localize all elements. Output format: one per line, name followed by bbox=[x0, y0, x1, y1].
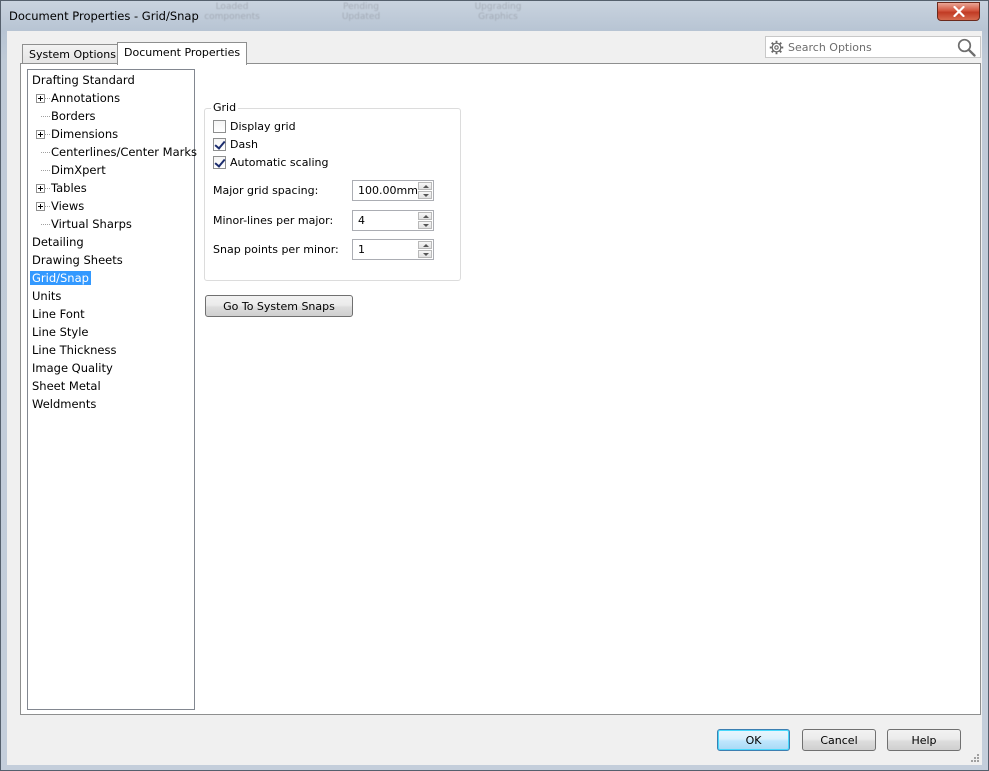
close-button[interactable] bbox=[937, 2, 980, 21]
tree-item-line-font[interactable]: Line Font bbox=[32, 306, 85, 322]
grid-groupbox: Grid Display grid Dash Automatic scaling… bbox=[204, 101, 461, 281]
tree-item-drafting-standard[interactable]: Drafting Standard bbox=[32, 72, 135, 88]
tree-item-annotations[interactable]: Annotations bbox=[51, 90, 120, 106]
snap-points-input[interactable]: 1 bbox=[352, 239, 434, 260]
automatic-scaling-checkbox[interactable]: Automatic scaling bbox=[213, 155, 329, 169]
automatic-scaling-label: Automatic scaling bbox=[230, 155, 329, 169]
dash-checkbox[interactable]: Dash bbox=[213, 137, 258, 151]
spin-up-icon[interactable] bbox=[418, 182, 432, 190]
search-options-input[interactable]: Search Options bbox=[765, 36, 981, 58]
tree-item-line-style[interactable]: Line Style bbox=[32, 324, 89, 340]
dash-label: Dash bbox=[230, 137, 258, 151]
major-grid-spacing-input[interactable]: 100.00mm bbox=[352, 180, 434, 201]
minor-lines-value: 4 bbox=[358, 214, 365, 227]
checkbox-box[interactable] bbox=[213, 119, 226, 133]
tab-document-properties[interactable]: Document Properties bbox=[117, 42, 248, 65]
minor-lines-label: Minor-lines per major: bbox=[213, 214, 334, 227]
cancel-label: Cancel bbox=[820, 733, 858, 747]
spin-up-icon[interactable] bbox=[418, 212, 432, 220]
tree-item-virtual-sharps[interactable]: Virtual Sharps bbox=[51, 216, 132, 232]
minor-lines-row: Minor-lines per major: 4 bbox=[213, 210, 435, 232]
tree-item-detailing[interactable]: Detailing bbox=[32, 234, 84, 250]
tree-item-dimxpert[interactable]: DimXpert bbox=[51, 162, 106, 178]
dialog-client-area: System Options Document Properties Searc… bbox=[7, 31, 982, 765]
help-button[interactable]: Help bbox=[887, 729, 961, 751]
display-grid-label: Display grid bbox=[230, 119, 296, 133]
minor-lines-input[interactable]: 4 bbox=[352, 210, 434, 231]
snap-points-label: Snap points per minor: bbox=[213, 243, 339, 256]
tree-item-views[interactable]: Views bbox=[51, 198, 84, 214]
tree-item-centerlines[interactable]: Centerlines/Center Marks bbox=[51, 144, 197, 160]
tree-item-sheet-metal[interactable]: Sheet Metal bbox=[32, 378, 101, 394]
tree-item-drawing-sheets[interactable]: Drawing Sheets bbox=[32, 252, 123, 268]
snap-points-value: 1 bbox=[358, 243, 365, 256]
options-tree[interactable]: Drafting Standard Annotations Borders Di… bbox=[27, 69, 197, 710]
dialog-window: Document Properties - Grid/Snap Loaded c… bbox=[0, 0, 989, 771]
cancel-button[interactable]: Cancel bbox=[802, 729, 876, 751]
tree-item-grid-snap[interactable]: Grid/Snap bbox=[30, 270, 91, 286]
search-placeholder: Search Options bbox=[788, 41, 872, 54]
window-title: Document Properties - Grid/Snap bbox=[9, 9, 199, 23]
major-grid-spacing-value: 100.00mm bbox=[358, 184, 418, 197]
tree-item-image-quality[interactable]: Image Quality bbox=[32, 360, 113, 376]
background-ghost-text: Loaded components bbox=[204, 2, 260, 22]
snap-points-row: Snap points per minor: 1 bbox=[213, 239, 435, 261]
gear-icon bbox=[769, 40, 784, 55]
search-icon[interactable] bbox=[957, 38, 976, 57]
spin-up-icon[interactable] bbox=[418, 241, 432, 249]
resize-grip-icon[interactable] bbox=[969, 752, 980, 763]
major-grid-spacing-row: Major grid spacing: 100.00mm bbox=[213, 180, 435, 202]
grid-group-title: Grid bbox=[211, 101, 239, 114]
background-ghost-text: Pending Updated bbox=[341, 2, 381, 22]
go-to-system-snaps-label: Go To System Snaps bbox=[223, 299, 335, 313]
tree-item-dimensions[interactable]: Dimensions bbox=[51, 126, 118, 142]
tree-item-weldments[interactable]: Weldments bbox=[32, 396, 96, 412]
help-label: Help bbox=[911, 733, 937, 747]
major-grid-spacing-label: Major grid spacing: bbox=[213, 184, 319, 197]
tree-item-tables[interactable]: Tables bbox=[51, 180, 87, 196]
tab-label: Document Properties bbox=[124, 46, 241, 59]
tab-system-options[interactable]: System Options bbox=[22, 44, 123, 65]
checkbox-box[interactable] bbox=[213, 155, 226, 169]
document-properties-panel: Drafting Standard Annotations Borders Di… bbox=[20, 63, 981, 715]
tree-item-units[interactable]: Units bbox=[32, 288, 61, 304]
tree-item-line-thickness[interactable]: Line Thickness bbox=[32, 342, 116, 358]
ok-button[interactable]: OK bbox=[717, 729, 790, 751]
checkbox-box[interactable] bbox=[213, 137, 226, 151]
spin-down-icon[interactable] bbox=[418, 191, 432, 199]
display-grid-checkbox[interactable]: Display grid bbox=[213, 119, 296, 133]
spin-down-icon[interactable] bbox=[418, 250, 432, 258]
title-bar[interactable]: Document Properties - Grid/Snap Loaded c… bbox=[1, 1, 988, 31]
ok-label: OK bbox=[745, 733, 762, 747]
close-icon bbox=[952, 6, 965, 17]
go-to-system-snaps-button[interactable]: Go To System Snaps bbox=[205, 295, 353, 317]
tab-label: System Options bbox=[29, 48, 116, 61]
background-ghost-text: Upgrading Graphics bbox=[474, 2, 522, 22]
tree-item-borders[interactable]: Borders bbox=[51, 108, 96, 124]
spin-down-icon[interactable] bbox=[418, 221, 432, 229]
